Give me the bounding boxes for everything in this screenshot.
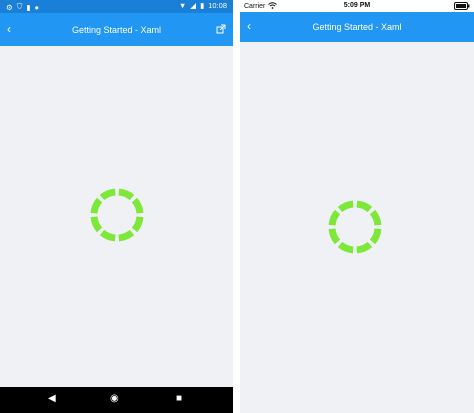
busy-indicator-segment [328, 228, 341, 245]
circle-icon: ● [34, 2, 40, 12]
busy-indicator-segment [337, 241, 354, 254]
busy-indicator-segment [369, 228, 382, 245]
busy-indicator-segment [118, 229, 135, 242]
battery-icon [454, 2, 470, 12]
ios-status-bar: Carrier 5:09 PM [240, 0, 474, 12]
busy-indicator-segment [356, 200, 373, 213]
battery-icon: ▮ [200, 1, 205, 10]
busy-indicator-segment [118, 188, 135, 201]
signal-icon: ◢ [190, 1, 197, 10]
page-title: Getting Started - Xaml [312, 22, 402, 32]
overview-square-icon[interactable]: ■ [176, 393, 182, 404]
busy-indicator-segment [369, 209, 382, 226]
busy-indicator-segment [131, 216, 144, 233]
gear-icon: ⚙ [6, 2, 13, 12]
busy-indicator-segment [337, 200, 354, 213]
busy-indicator-segment [90, 216, 103, 233]
wifi-icon: ▼ [178, 1, 187, 10]
shield-icon: ⛉ [16, 2, 23, 11]
android-device: ⚙ ⛉ ▮ ● ▼ ◢ ▮ 10:08 ‹ Getting Started - … [0, 0, 233, 413]
busy-indicator-segment [99, 188, 116, 201]
navigation-bar: ‹ Getting Started - Xaml [0, 13, 233, 46]
ios-device: Carrier 5:09 PM ‹ Getting Started - Xaml [240, 0, 474, 413]
busy-indicator [90, 188, 144, 242]
back-triangle-icon[interactable]: ◀ [48, 393, 56, 404]
busy-indicator-segment [99, 229, 116, 242]
busy-indicator-segment [90, 197, 103, 214]
busy-indicator-segment [131, 197, 144, 214]
busy-indicator-ring [90, 188, 144, 242]
status-time: 5:09 PM [343, 2, 371, 9]
sim-icon: ▮ [26, 2, 31, 12]
external-link-button[interactable] [216, 21, 226, 39]
android-status-bar: ⚙ ⛉ ▮ ● ▼ ◢ ▮ 10:08 [0, 0, 233, 13]
external-link-icon [216, 24, 226, 34]
navigation-bar: ‹ Getting Started - Xaml [240, 12, 474, 42]
busy-indicator-segment [356, 241, 373, 254]
status-time: 10:08 [208, 1, 227, 10]
busy-indicator [328, 200, 382, 254]
home-circle-icon[interactable]: ◉ [110, 393, 119, 404]
android-navigation-bar: ◀ ◉ ■ [0, 387, 233, 413]
busy-indicator-ring [328, 200, 382, 254]
page-title: Getting Started - Xaml [71, 25, 162, 35]
busy-indicator-segment [328, 209, 341, 226]
